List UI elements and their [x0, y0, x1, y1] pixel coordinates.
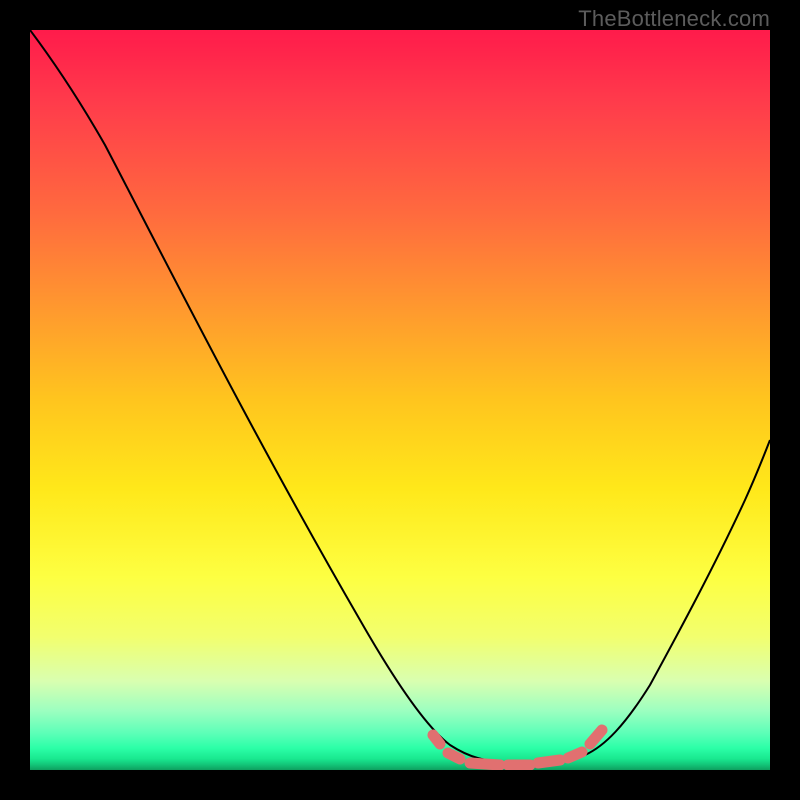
- accent-region: [433, 730, 602, 765]
- plot-area: [30, 30, 770, 770]
- watermark-text: TheBottleneck.com: [578, 6, 770, 32]
- chart-frame: TheBottleneck.com: [0, 0, 800, 800]
- bottleneck-curve: [30, 30, 770, 764]
- curve-svg: [30, 30, 770, 770]
